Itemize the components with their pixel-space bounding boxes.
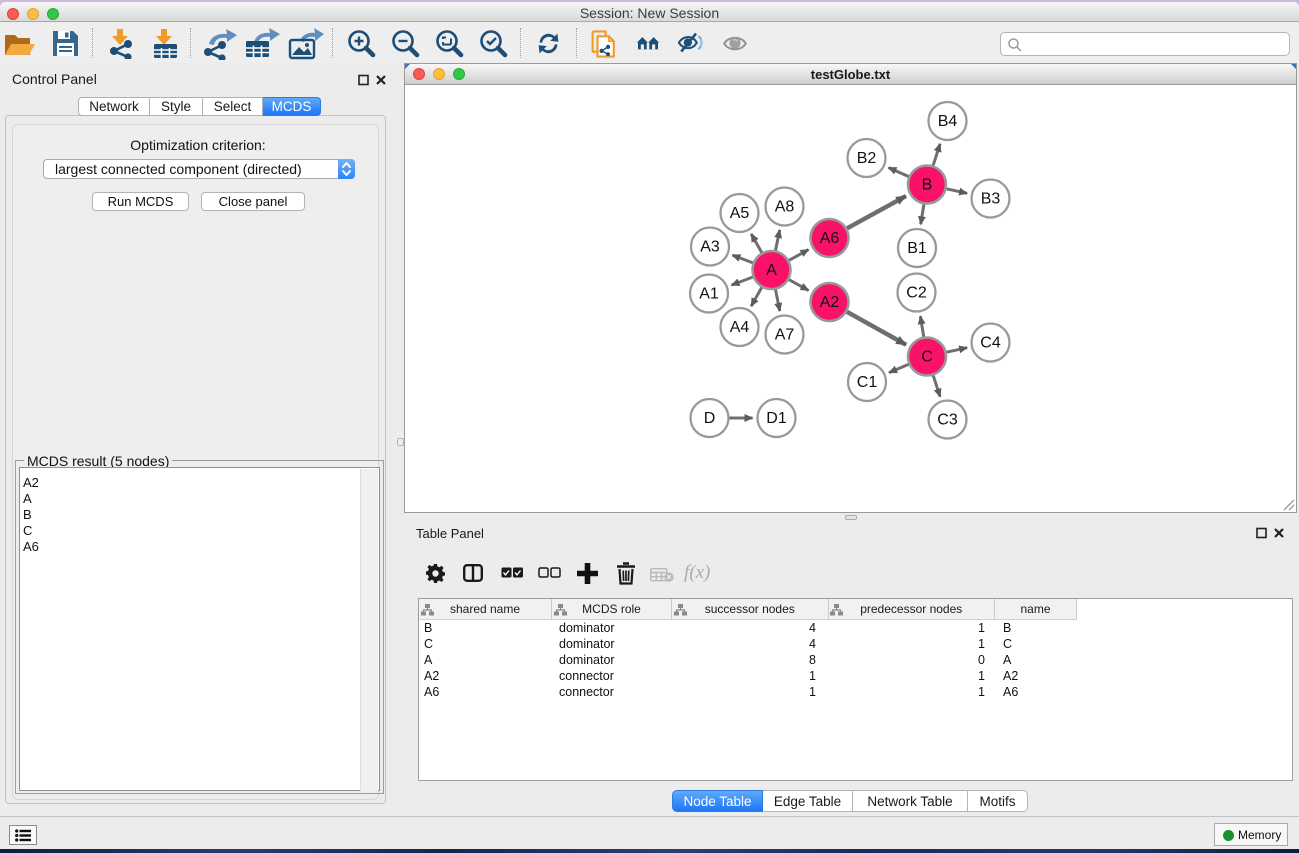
svg-text:B3: B3	[981, 191, 1001, 208]
svg-text:B1: B1	[907, 240, 927, 257]
svg-text:C4: C4	[980, 335, 1001, 352]
svg-text:B2: B2	[857, 150, 877, 167]
svg-text:D: D	[704, 410, 716, 427]
svg-text:C3: C3	[937, 412, 958, 429]
svg-text:A2: A2	[820, 294, 840, 311]
svg-text:A: A	[766, 262, 777, 279]
svg-text:D1: D1	[766, 410, 787, 427]
svg-text:A7: A7	[775, 327, 795, 344]
svg-text:A5: A5	[730, 205, 750, 222]
svg-text:C1: C1	[857, 374, 878, 391]
svg-text:A8: A8	[775, 199, 795, 216]
svg-text:A3: A3	[700, 239, 720, 256]
svg-text:A4: A4	[730, 319, 750, 336]
svg-text:C: C	[921, 349, 933, 366]
svg-text:C2: C2	[906, 285, 927, 302]
svg-text:A1: A1	[699, 286, 719, 303]
svg-text:B4: B4	[938, 113, 958, 130]
svg-text:B: B	[922, 177, 933, 194]
svg-text:A6: A6	[820, 230, 840, 247]
